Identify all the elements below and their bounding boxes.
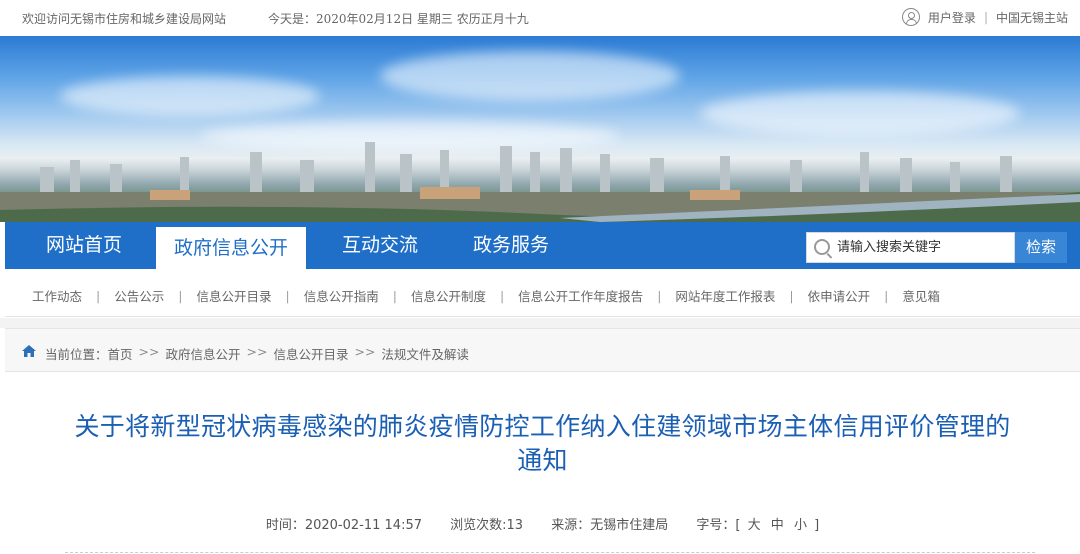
top-bar: 欢迎访问无锡市住房和城乡建设局网站 今天是：2020年02月12日 星期三 农历… xyxy=(0,0,1080,36)
article-title: 关于将新型冠状病毒感染的肺炎疫情防控工作纳入住建领域市场主体信用评价管理的 通知 xyxy=(74,412,1011,475)
font-size-large[interactable]: 大 xyxy=(748,518,761,533)
main-nav: 网站首页 政府信息公开 互动交流 政务服务 检索 xyxy=(5,222,1080,269)
login-link[interactable]: 用户登录 xyxy=(928,9,976,26)
font-size-switcher: 字号：[ 大 中 小 ] xyxy=(696,518,820,533)
breadcrumb-home[interactable]: 首页 xyxy=(108,344,133,363)
subnav-info-guide[interactable]: 信息公开指南 xyxy=(304,286,379,305)
nav-services[interactable]: 政务服务 xyxy=(449,222,573,269)
separator: | xyxy=(983,10,988,24)
nav-gov-info[interactable]: 政府信息公开 xyxy=(156,227,306,269)
search-button[interactable]: 检索 xyxy=(1015,232,1067,263)
subnav-feedback[interactable]: 意见箱 xyxy=(902,286,940,305)
subnav-annual-report[interactable]: 信息公开工作年度报告 xyxy=(518,286,643,305)
article-meta: 时间：2020-02-11 14:57 浏览次数:13 来源：无锡市住建局 字号… xyxy=(5,514,1080,533)
home-icon xyxy=(22,345,36,357)
nav-interaction[interactable]: 互动交流 xyxy=(315,222,445,269)
user-circle-icon[interactable] xyxy=(901,8,920,26)
breadcrumb-gov-info[interactable]: 政府信息公开 xyxy=(165,344,240,363)
search-icon xyxy=(814,239,830,255)
city-banner-image xyxy=(0,36,1080,222)
font-size-small[interactable]: 小 xyxy=(794,518,807,533)
subnav-info-system[interactable]: 信息公开制度 xyxy=(411,286,486,305)
font-size-medium[interactable]: 中 xyxy=(771,518,784,533)
publish-time: 时间：2020-02-11 14:57 xyxy=(265,518,422,533)
article: 关于将新型冠状病毒感染的肺炎疫情防控工作纳入住建领域市场主体信用评价管理的 通知… xyxy=(5,372,1080,554)
search-box xyxy=(806,232,1015,263)
divider xyxy=(65,552,1035,553)
skyline-graphic xyxy=(0,142,1080,222)
view-count: 浏览次数:13 xyxy=(450,518,524,533)
top-right-links: 用户登录 | 中国无锡主站 xyxy=(901,8,1068,26)
section-gap xyxy=(0,318,1080,328)
subnav-work-news[interactable]: 工作动态 xyxy=(32,286,82,305)
source: 来源：无锡市住建局 xyxy=(551,518,669,533)
date-text: 今天是：2020年02月12日 星期三 农历正月十九 xyxy=(268,12,529,26)
subnav-application[interactable]: 依申请公开 xyxy=(808,286,871,305)
sub-nav: 工作动态 | 公告公示 | 信息公开目录 | 信息公开指南 | 信息公开制度 | 信息公开… xyxy=(5,269,1080,317)
breadcrumb: 当前位置： 首页 >> 政府信息公开 >> 信息公开目录 >> 法规文件及解读 xyxy=(5,328,1080,372)
welcome-text: 欢迎访问无锡市住房和城乡建设局网站 xyxy=(22,12,227,26)
breadcrumb-catalog[interactable]: 信息公开目录 xyxy=(273,344,348,363)
subnav-announcements[interactable]: 公告公示 xyxy=(114,286,164,305)
subnav-site-report[interactable]: 网站年度工作报表 xyxy=(675,286,775,305)
breadcrumb-label: 当前位置： xyxy=(45,347,108,362)
search-input[interactable] xyxy=(837,233,1012,262)
nav-home[interactable]: 网站首页 xyxy=(23,222,145,269)
subnav-info-catalog[interactable]: 信息公开目录 xyxy=(196,286,271,305)
breadcrumb-current[interactable]: 法规文件及解读 xyxy=(381,344,469,363)
main-site-link[interactable]: 中国无锡主站 xyxy=(996,9,1068,26)
